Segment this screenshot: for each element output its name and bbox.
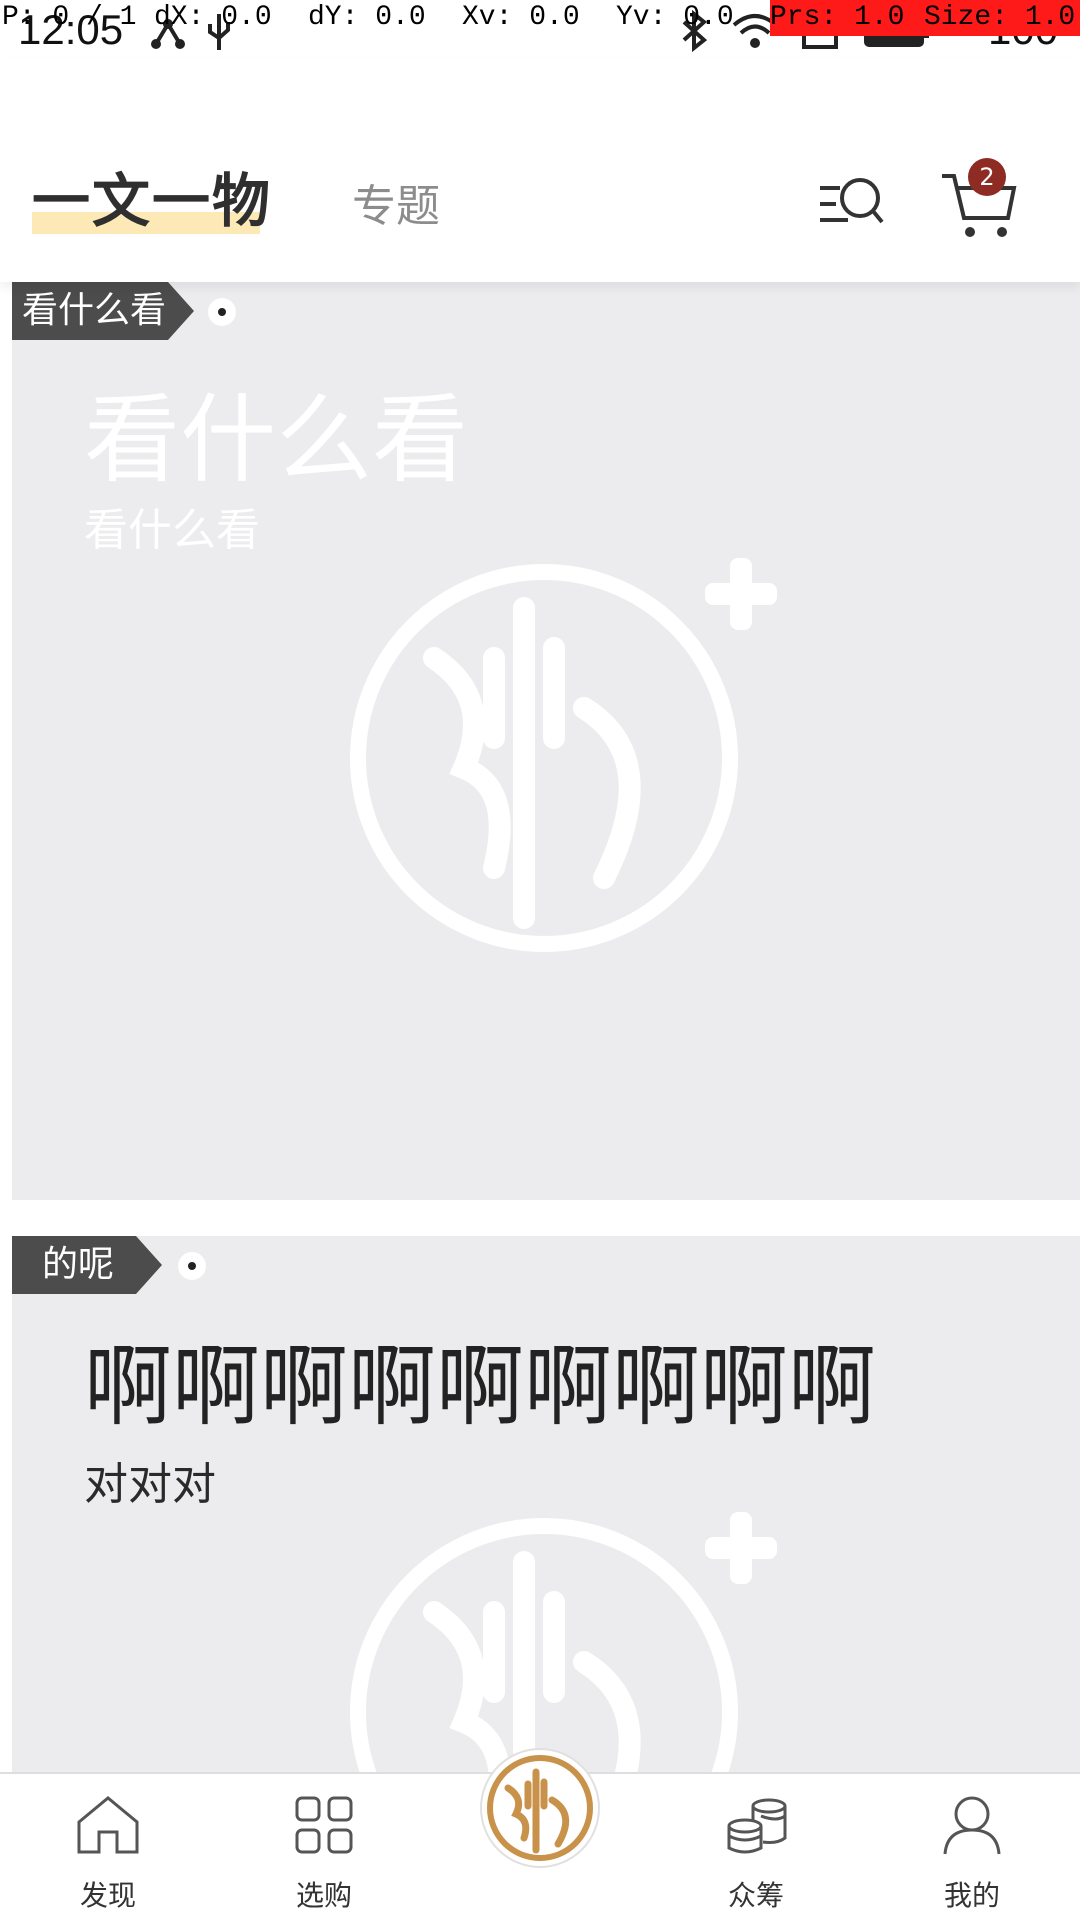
top-header: 一文一物 专题 2 — [0, 58, 1080, 282]
card-subtitle: 对对对 — [84, 1459, 216, 1510]
tab-label: 一文一物 — [32, 167, 273, 235]
app-screen: 12:05 P: 0 / 1 dX: 0.0 dY: 0.0 Xv: 0.0 Y… — [0, 0, 1080, 1920]
nav-label: 我的 — [943, 1879, 1000, 1912]
overlay-yv: Yv: 0.0 — [616, 2, 734, 33]
card-subtitle: 看什么看 — [84, 505, 260, 556]
card-dot-icon — [178, 1252, 206, 1280]
placeholder-logo-icon — [350, 1512, 777, 1776]
nav-item-shop[interactable]: 选购 — [264, 1792, 384, 1914]
search-list-icon[interactable] — [818, 170, 884, 236]
pointer-location-overlay: P: 0 / 1 dX: 0.0 dY: 0.0 Xv: 0.0 Yv: 0.0… — [0, 0, 1080, 40]
tab-one-text-one-item[interactable]: 一文一物 — [32, 154, 272, 238]
card-title: 啊啊啊啊啊啊啊啊啊 — [84, 1335, 877, 1438]
bottom-navigation: 发现 选购 众筹 我的 — [0, 1748, 1080, 1920]
coins-icon — [727, 1798, 787, 1854]
overlay-prs: Prs: 1.0 — [770, 2, 905, 33]
overlay-size: Size: 1.0 — [924, 2, 1076, 33]
nav-item-discover[interactable]: 发现 — [48, 1792, 168, 1914]
nav-item-profile[interactable]: 我的 — [912, 1792, 1032, 1914]
user-icon — [943, 1796, 1001, 1855]
cart-badge: 2 — [968, 158, 1006, 196]
overlay-dx: dX: 0.0 — [154, 2, 272, 33]
overlay-dy: dY: 0.0 — [308, 2, 426, 33]
article-card[interactable]: 的呢 啊啊啊啊啊啊啊啊啊 对对对 — [12, 1236, 1080, 1776]
center-logo-icon — [487, 1755, 593, 1861]
nav-label: 众筹 — [727, 1879, 784, 1912]
overlay-p: P: 0 / 1 — [2, 2, 137, 33]
card-tag: 的呢 — [12, 1236, 162, 1294]
overlay-xv: Xv: 0.0 — [462, 2, 580, 33]
card-dot-icon — [208, 298, 236, 326]
article-card[interactable]: 看什么看 看什么看 看什么看 — [12, 282, 1080, 1200]
tab-topics[interactable]: 专题 — [352, 170, 440, 234]
nav-label: 选购 — [295, 1879, 352, 1912]
home-icon — [77, 1796, 139, 1854]
nav-item-center[interactable] — [480, 1748, 600, 1868]
nav-item-crowdfunding[interactable]: 众筹 — [696, 1792, 816, 1914]
card-tag: 看什么看 — [12, 282, 194, 340]
card-title: 看什么看 — [84, 384, 468, 496]
grid-icon — [295, 1796, 353, 1854]
nav-label: 发现 — [79, 1879, 136, 1912]
placeholder-logo-icon — [350, 558, 777, 952]
